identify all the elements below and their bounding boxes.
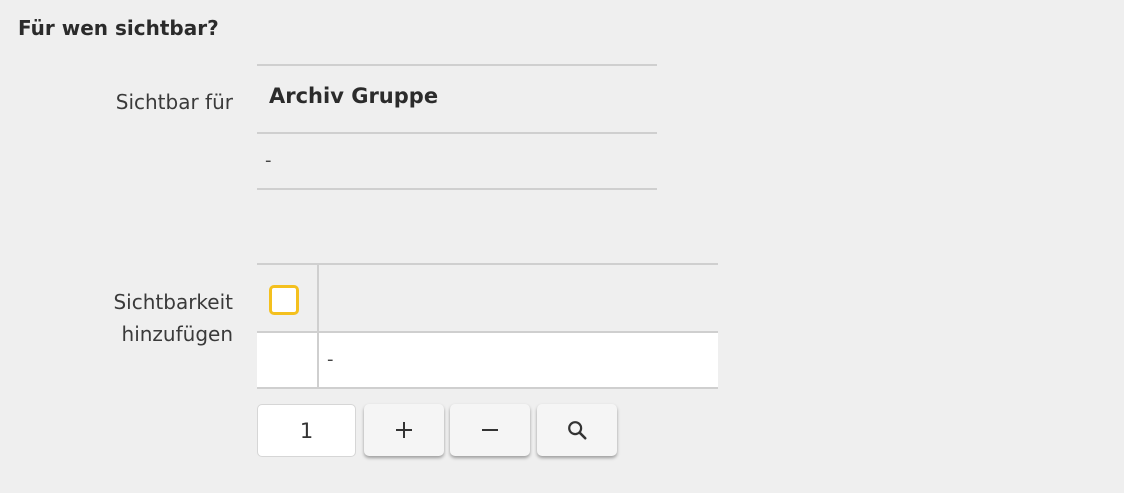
add-button[interactable] [364,404,444,456]
visible-for-label: Sichtbar für [115,90,233,114]
divider [257,64,657,66]
table-row[interactable]: - [257,331,718,389]
search-icon [568,421,587,440]
select-all-checkbox[interactable] [269,285,299,315]
column-divider [317,263,319,389]
visible-for-subvalue: - [265,150,272,171]
visibility-table: - [257,263,718,389]
page-number-field[interactable]: 1 [257,404,356,457]
section-title: Für wen sichtbar? [18,16,219,40]
minus-icon [482,429,498,431]
search-button[interactable] [537,404,617,456]
add-visibility-label: Sichtbarkeit hinzufügen [13,286,233,350]
add-visibility-label-line1: Sichtbarkeit [113,290,233,314]
add-visibility-label-line2: hinzufügen [121,322,233,346]
remove-button[interactable] [450,404,530,456]
divider [257,188,657,190]
table-header-row [257,263,718,331]
visible-for-value: Archiv Gruppe [269,84,439,108]
table-cell-value: - [327,349,334,370]
plus-icon [396,422,412,438]
divider [257,132,657,134]
